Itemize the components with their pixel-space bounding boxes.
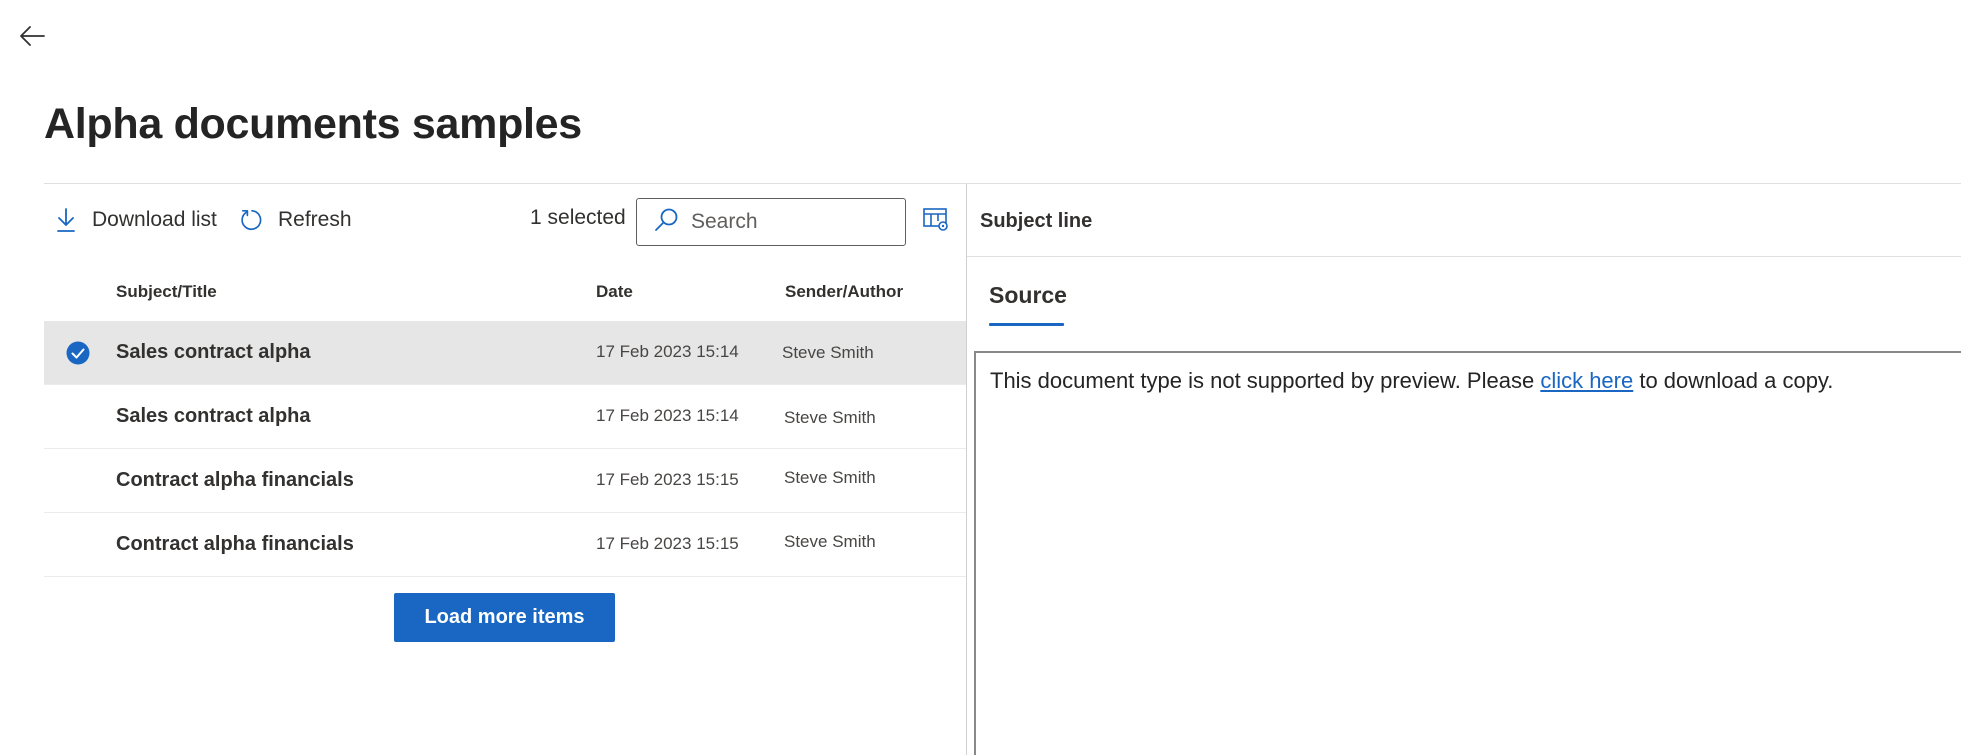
row-sender: Steve Smith — [782, 343, 874, 362]
document-rows: Sales contract alpha 17 Feb 2023 15:14 S… — [44, 321, 966, 577]
table-row[interactable]: Contract alpha financials 17 Feb 2023 15… — [44, 513, 966, 577]
check-circle-icon[interactable] — [66, 341, 90, 365]
table-row[interactable]: Contract alpha financials 17 Feb 2023 15… — [44, 449, 966, 513]
row-sender: Steve Smith — [784, 408, 876, 427]
row-subject: Contract alpha financials — [116, 469, 354, 491]
column-header-date[interactable]: Date — [596, 282, 633, 302]
row-sender: Steve Smith — [784, 532, 876, 551]
selected-count: 1 selected — [530, 206, 626, 229]
refresh-icon — [240, 206, 264, 234]
arrow-left-icon — [20, 26, 45, 46]
document-list-pane: Download list Refresh 1 selected Search … — [44, 184, 966, 755]
search-input[interactable] — [691, 210, 891, 234]
back-button[interactable] — [14, 18, 50, 54]
row-date: 17 Feb 2023 15:15 — [596, 470, 739, 489]
download-list-label: Download list — [92, 208, 217, 231]
row-subject: Sales contract alpha — [116, 341, 311, 363]
preview-message-text: This document type is not supported by p… — [990, 368, 1541, 393]
row-date: 17 Feb 2023 15:14 — [596, 406, 739, 425]
row-date: 17 Feb 2023 15:15 — [596, 534, 739, 553]
preview-message-suffix: to download a copy. — [1633, 368, 1834, 393]
preview-message: This document type is not supported by p… — [990, 368, 1833, 394]
active-tab-indicator — [989, 323, 1064, 326]
subject-line-label: Subject line — [980, 210, 1093, 232]
preview-header-divider — [967, 256, 1961, 257]
download-list-button[interactable]: Download list — [54, 202, 217, 238]
list-toolbar: Download list Refresh 1 selected — [44, 184, 966, 252]
table-row[interactable]: Sales contract alpha 17 Feb 2023 15:14 S… — [44, 321, 966, 385]
column-header-subject[interactable]: Subject/Title — [116, 282, 217, 302]
row-subject: Contract alpha financials — [116, 533, 354, 555]
row-date: 17 Feb 2023 15:14 — [596, 342, 739, 361]
table-row[interactable]: Sales contract alpha 17 Feb 2023 15:14 S… — [44, 385, 966, 449]
download-copy-link[interactable]: click here — [1540, 368, 1633, 393]
download-icon — [54, 206, 78, 234]
tab-source[interactable]: Source — [989, 282, 1067, 321]
preview-frame: This document type is not supported by p… — [974, 351, 1961, 755]
refresh-button[interactable]: Refresh — [240, 202, 352, 238]
load-more-button[interactable]: Load more items — [394, 593, 615, 642]
row-subject: Sales contract alpha — [116, 405, 311, 427]
column-settings-button[interactable] — [920, 204, 952, 236]
preview-pane: Subject line Source This document type i… — [967, 184, 1961, 755]
list-header: Subject/Title Date Sender/Author — [44, 272, 966, 312]
column-header-sender[interactable]: Sender/Author — [785, 282, 903, 302]
row-sender: Steve Smith — [784, 468, 876, 487]
search-box[interactable] — [636, 198, 906, 246]
refresh-label: Refresh — [278, 208, 352, 231]
page-title: Alpha documents samples — [44, 100, 582, 148]
search-icon — [653, 207, 679, 238]
table-settings-icon — [923, 208, 948, 231]
